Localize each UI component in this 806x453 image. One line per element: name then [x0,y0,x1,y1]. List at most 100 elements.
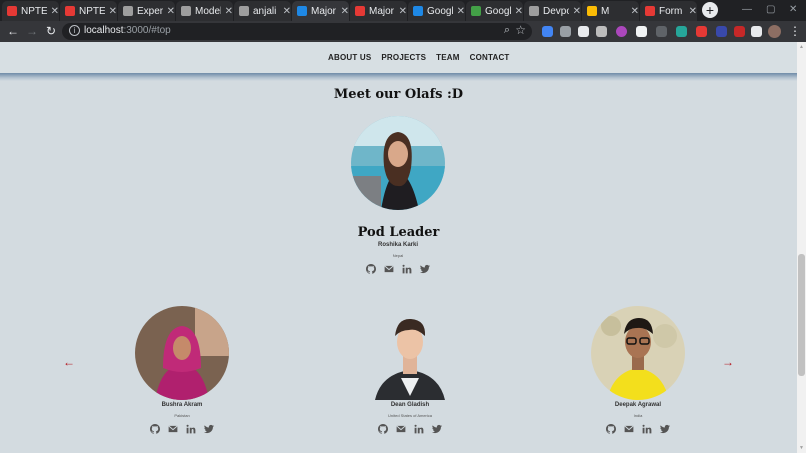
tab-close-icon[interactable]: ✕ [51,6,59,17]
extension-icon[interactable] [696,26,707,37]
extension-icon[interactable] [596,26,607,37]
tab-title: anjali [253,5,277,17]
member-avatar [591,306,685,400]
scroll-up-icon[interactable]: ▲ [799,44,804,50]
linkedin-icon[interactable] [414,424,424,434]
tab-close-icon[interactable]: ✕ [631,6,639,17]
tab-close-icon[interactable]: ✕ [283,6,291,17]
zoom-search-icon[interactable]: ⌕ [504,24,510,37]
extension-icon[interactable] [616,26,627,37]
browser-tab-strip: + — ▢ ✕ NPTEL✕NPTEL✕Experiences✕Models✕a… [0,0,806,21]
nav-projects[interactable]: PROJECTS [381,53,426,62]
site-nav: ABOUT US PROJECTS TEAM CONTACT [0,42,797,73]
extension-icon[interactable] [578,26,589,37]
github-icon[interactable] [378,424,388,434]
minimize-icon[interactable]: — [742,4,752,15]
browser-tab[interactable]: Google ✕ [466,1,523,21]
tab-title: M [601,5,610,17]
lead-country: Nepal [392,253,404,258]
bookmark-star-icon[interactable]: ☆ [515,23,526,37]
nav-divider [0,73,797,81]
tab-favicon-icon [123,6,133,16]
scrollbar-thumb[interactable] [798,254,805,376]
tab-close-icon[interactable]: ✕ [457,6,465,17]
tab-favicon-icon [239,6,249,16]
new-tab-button[interactable]: + [702,2,718,18]
twitter-icon[interactable] [660,424,670,434]
site-info-icon[interactable]: i [69,25,80,36]
forward-icon[interactable]: → [25,24,39,38]
email-icon[interactable] [384,264,394,274]
close-window-icon[interactable]: ✕ [789,4,797,15]
tab-close-icon[interactable]: ✕ [167,6,175,17]
address-bar[interactable]: i localhost:3000/#top ⌕ ☆ [62,23,532,40]
extension-icon[interactable] [734,26,745,37]
linkedin-icon[interactable] [186,424,196,434]
browser-tab[interactable]: NPTEL ✕ [60,1,117,21]
tab-close-icon[interactable]: ✕ [689,6,697,17]
browser-menu-icon[interactable]: ⋮ [789,24,801,38]
tab-favicon-icon [471,6,481,16]
page-scrollbar[interactable]: ▲ ▼ [797,42,806,453]
team-heading: Meet our Olafs :D [333,87,464,102]
tab-close-icon[interactable]: ✕ [573,6,581,17]
github-icon[interactable] [606,424,616,434]
extension-icon[interactable] [560,26,571,37]
tab-favicon-icon [413,6,423,16]
browser-tab[interactable]: Models ✕ [176,1,233,21]
email-icon[interactable] [396,424,406,434]
github-icon[interactable] [366,264,376,274]
twitter-icon[interactable] [204,424,214,434]
tab-close-icon[interactable]: ✕ [109,6,117,17]
email-icon[interactable] [624,424,634,434]
nav-about-us[interactable]: ABOUT US [328,53,371,62]
tab-title: Experiences [137,5,163,17]
extensions-puzzle-icon[interactable] [751,26,762,37]
extension-icon[interactable] [716,26,727,37]
profile-avatar[interactable] [768,25,781,38]
member-avatar [135,306,229,400]
extension-icon[interactable] [656,26,667,37]
google-extension-icon[interactable] [542,26,553,37]
twitter-icon[interactable] [432,424,442,434]
browser-tab[interactable]: NPTEL ✕ [2,1,59,21]
member-name: Bushra Akram [161,402,203,408]
tab-title: NPTEL [21,5,47,17]
tab-title: Form [659,5,683,17]
email-icon[interactable] [168,424,178,434]
linkedin-icon[interactable] [642,424,652,434]
browser-tab[interactable]: Major ✕ [292,1,349,21]
browser-tab[interactable]: M ✕ [582,1,639,21]
browser-tab[interactable]: Experiences ✕ [118,1,175,21]
github-icon[interactable] [150,424,160,434]
reload-icon[interactable]: ↻ [44,24,58,38]
nav-contact[interactable]: CONTACT [470,53,510,62]
browser-tab[interactable]: anjali ✕ [234,1,291,21]
scroll-down-icon[interactable]: ▼ [799,445,804,451]
tab-favicon-icon [645,6,655,16]
lead-name: Roshika Karki [377,242,419,248]
tab-title: NPTEL [79,5,105,17]
extension-icon[interactable] [636,26,647,37]
maximize-icon[interactable]: ▢ [766,4,775,15]
twitter-icon[interactable] [420,264,430,274]
tab-title: Major [311,5,337,17]
browser-tab[interactable]: Major ✕ [350,1,407,21]
browser-tab[interactable]: Google ✕ [408,1,465,21]
tab-close-icon[interactable]: ✕ [225,6,233,17]
member-socials [606,424,670,434]
url-text: localhost:3000/#top [84,25,171,36]
tab-close-icon[interactable]: ✕ [341,6,349,17]
tab-close-icon[interactable]: ✕ [515,6,523,17]
back-icon[interactable]: ← [6,24,20,38]
nav-team[interactable]: TEAM [436,53,459,62]
extension-icon[interactable] [676,26,687,37]
browser-tab[interactable]: Devpost ✕ [524,1,581,21]
browser-tab[interactable]: Form ✕ [640,1,697,21]
linkedin-icon[interactable] [402,264,412,274]
carousel-next-arrow-icon[interactable]: → [722,355,734,369]
browser-toolbar: ← → ↻ i localhost:3000/#top ⌕ ☆ ⋮ [0,21,806,42]
pod-leader-title: Pod Leader [357,225,440,240]
carousel-prev-arrow-icon[interactable]: ← [63,355,75,369]
tab-close-icon[interactable]: ✕ [399,6,407,17]
